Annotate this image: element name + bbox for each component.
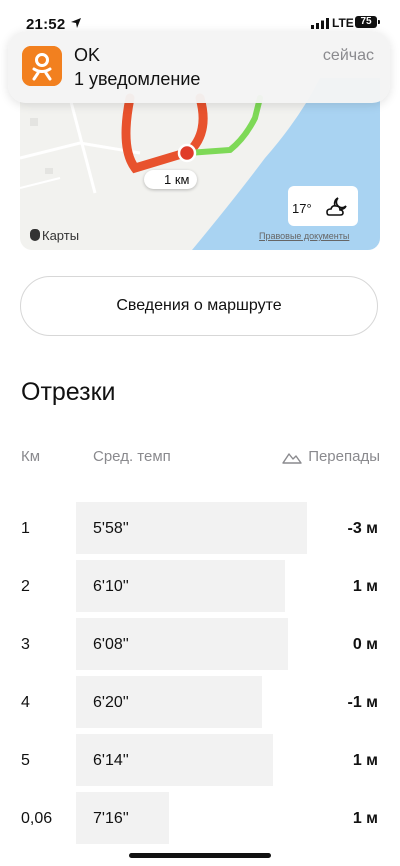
segment-elevation: 0 м: [352, 636, 378, 653]
segment-pace: 6'20'': [93, 694, 129, 711]
ok-app-icon: [22, 46, 62, 86]
segment-km: 3: [21, 636, 30, 653]
signal-icon: [311, 18, 329, 29]
apple-icon: [30, 229, 40, 241]
notification-message: 1 уведомление: [74, 69, 201, 89]
temperature-label: 17°: [292, 201, 312, 216]
segment-km: 5: [21, 752, 30, 769]
segment-pace: 5'58'': [93, 520, 129, 537]
notification-time: сейчас: [322, 47, 374, 64]
battery-icon: 75: [355, 16, 377, 28]
pace-column-header: Сред. темп: [93, 448, 171, 465]
segment-pace: 6'14'': [93, 752, 129, 769]
segment-km: 1: [21, 520, 30, 537]
moon-cloud-icon: [326, 197, 347, 216]
segment-row: 3 6'08'' 0 м: [0, 618, 400, 670]
segment-pace: 7'16'': [93, 810, 129, 827]
segment-elevation: 1 м: [352, 752, 378, 769]
segment-km: 2: [21, 578, 30, 595]
home-indicator: [129, 853, 271, 858]
segment-km: 0,06: [21, 810, 53, 827]
segment-row: 0,06 7'16'' 1 м: [0, 792, 400, 844]
battery-tip: [378, 20, 380, 24]
weather-badge: 17°: [288, 186, 358, 226]
elevation-header-label: Перепады: [308, 448, 380, 465]
segment-row: 4 6'20'' -1 м: [0, 676, 400, 728]
distance-marker: 1 км: [144, 170, 198, 189]
segment-pace: 6'08'': [93, 636, 129, 653]
segment-row: 5 6'14'' 1 м: [0, 734, 400, 786]
elevation-column-header: Перепады: [282, 448, 380, 465]
notification-banner[interactable]: OK 1 уведомление сейчас: [8, 31, 390, 103]
location-arrow-icon: [71, 18, 81, 28]
segment-elevation: 1 м: [352, 810, 378, 827]
legal-link[interactable]: Правовые документы: [259, 231, 349, 241]
segment-row: 1 5'58'' -3 м: [0, 502, 400, 554]
segment-row: 2 6'10'' 1 м: [0, 560, 400, 612]
segments-title: Отрезки: [21, 378, 116, 406]
segment-elevation: 1 м: [352, 578, 378, 595]
route-line: [121, 93, 190, 174]
segment-elevation: -3 м: [347, 520, 378, 537]
maps-label: Карты: [42, 228, 80, 243]
segment-pace: 6'10'': [93, 578, 129, 595]
route-point-marker: [177, 143, 197, 163]
segment-elevation: -1 м: [347, 694, 378, 711]
notification-app-name: OK: [74, 45, 101, 65]
segment-km: 4: [21, 694, 30, 711]
km-column-header: Км: [21, 448, 41, 465]
maps-logo: Карты: [30, 228, 79, 243]
elevation-icon: [282, 452, 302, 464]
network-type: LTE: [332, 16, 354, 30]
route-details-button[interactable]: Сведения о маршруте: [20, 276, 378, 336]
